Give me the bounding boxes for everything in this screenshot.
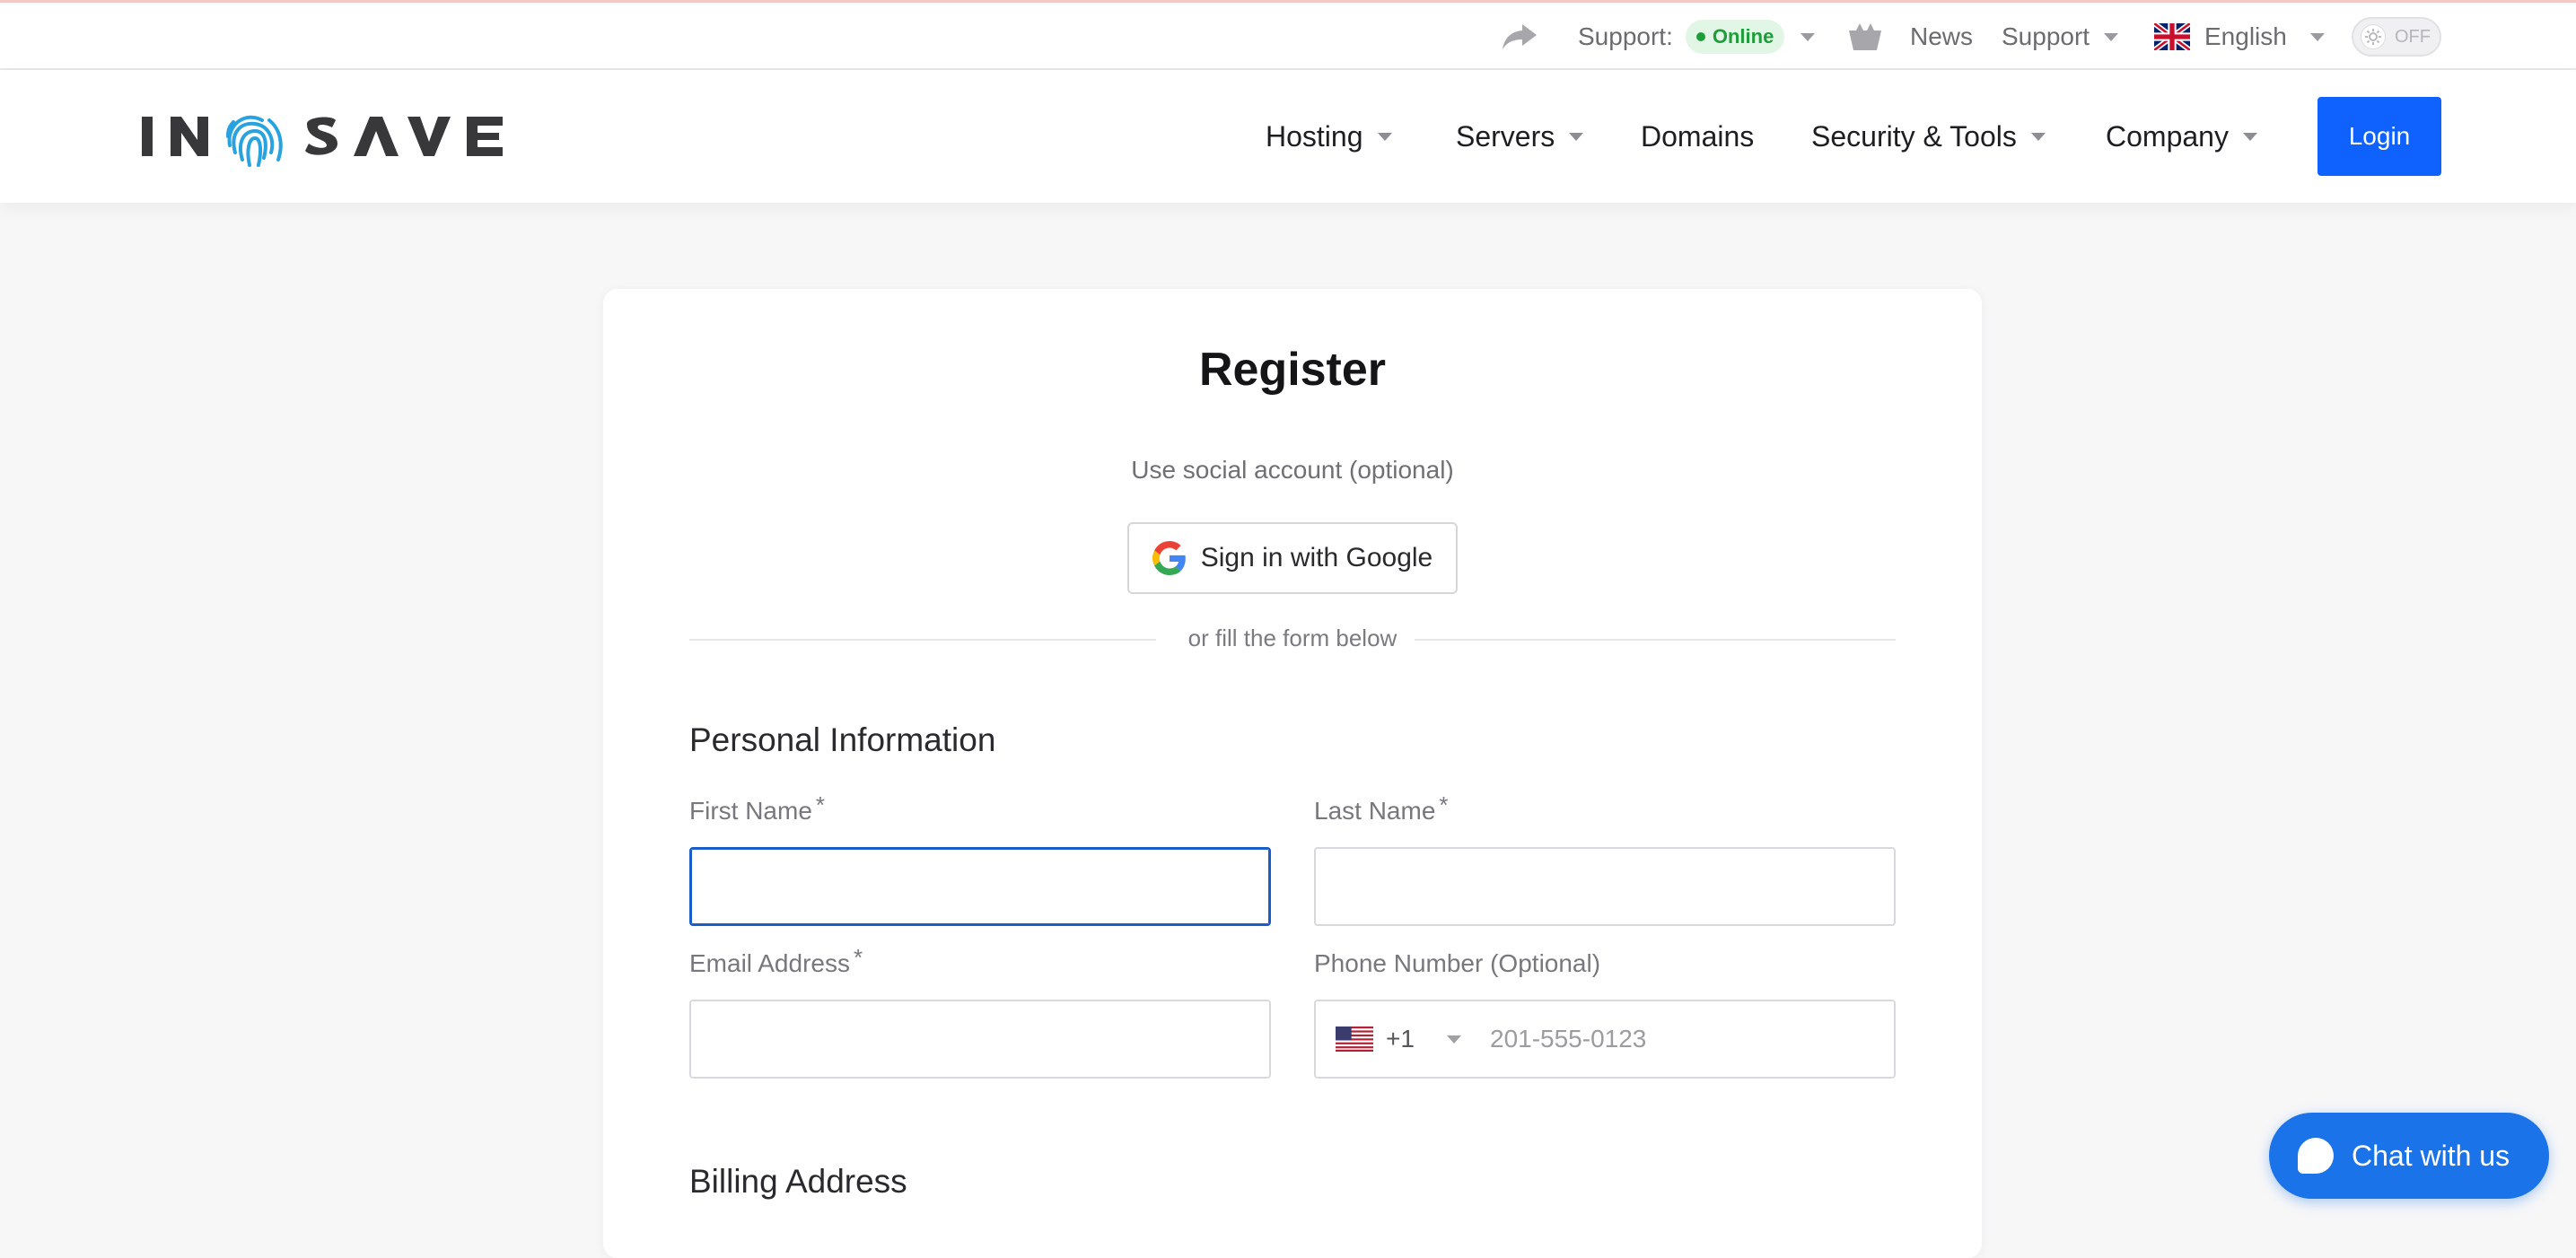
chevron-down-icon bbox=[1377, 132, 1392, 141]
chevron-down-icon bbox=[2030, 132, 2046, 141]
email-input[interactable] bbox=[689, 1000, 1271, 1079]
logo[interactable] bbox=[140, 93, 517, 179]
nav-hosting[interactable]: Hosting bbox=[1266, 70, 1392, 203]
theme-toggle[interactable]: OFF bbox=[2352, 3, 2441, 71]
phone-field: +1 bbox=[1314, 1000, 1896, 1079]
google-signin-button[interactable]: Sign in with Google bbox=[1127, 522, 1458, 594]
last-name-label: Last Name * bbox=[1314, 791, 1449, 825]
nav-company[interactable]: Company bbox=[2106, 70, 2257, 203]
personal-info-heading: Personal Information bbox=[689, 721, 996, 758]
phone-country-selector[interactable]: +1 bbox=[1316, 1001, 1490, 1077]
chevron-down-icon bbox=[1801, 32, 1815, 41]
chevron-down-icon bbox=[2242, 132, 2257, 141]
us-flag-icon bbox=[1336, 1026, 1373, 1052]
status-badge: Online bbox=[1685, 20, 1785, 54]
chevron-down-icon bbox=[2104, 32, 2119, 41]
nav-security-tools[interactable]: Security & Tools bbox=[1811, 70, 2046, 203]
language-selector[interactable]: English bbox=[2154, 3, 2325, 71]
first-name-label: First Name * bbox=[689, 791, 826, 825]
basket-icon[interactable] bbox=[1847, 3, 1883, 71]
sun-icon bbox=[2361, 24, 2386, 49]
page-title: Register bbox=[1198, 344, 1387, 396]
phone-label: Phone Number (Optional) bbox=[1314, 949, 1601, 977]
support-menu[interactable]: Support bbox=[2002, 3, 2119, 71]
phone-input[interactable] bbox=[1490, 1001, 1894, 1077]
chevron-down-icon bbox=[1569, 132, 1584, 141]
support-status[interactable]: Support: Online bbox=[1578, 3, 1785, 71]
chat-bubble-icon bbox=[2298, 1138, 2334, 1174]
google-icon bbox=[1152, 541, 1186, 575]
chat-button[interactable]: Chat with us bbox=[2269, 1113, 2549, 1199]
support-status-dropdown[interactable] bbox=[1801, 3, 1815, 71]
social-note: Use social account (optional) bbox=[1131, 456, 1454, 484]
insave-logo-icon bbox=[142, 115, 503, 167]
divider-text: or fill the form below bbox=[1187, 625, 1398, 651]
uk-flag-icon bbox=[2154, 23, 2190, 50]
login-button[interactable]: Login bbox=[2318, 97, 2441, 176]
phone-country-code: +1 bbox=[1386, 1025, 1415, 1053]
chevron-down-icon bbox=[1446, 1035, 1461, 1044]
first-name-input[interactable] bbox=[689, 847, 1271, 926]
billing-address-heading: Billing Address bbox=[689, 1163, 907, 1200]
email-label: Email Address * bbox=[689, 944, 863, 977]
last-name-input[interactable] bbox=[1314, 847, 1896, 926]
register-card: Register Use social account (optional) S… bbox=[603, 289, 1982, 1258]
chevron-down-icon bbox=[2309, 32, 2325, 41]
nav-domains[interactable]: Domains bbox=[1641, 70, 1754, 203]
status-dot bbox=[1695, 32, 1705, 41]
share-icon[interactable] bbox=[1501, 3, 1538, 71]
news-link[interactable]: News bbox=[1910, 3, 1973, 71]
support-label: Support: bbox=[1578, 22, 1673, 50]
utility-bar: Support: Online News Support English OFF bbox=[0, 0, 2576, 70]
nav-servers[interactable]: Servers bbox=[1456, 70, 1584, 203]
